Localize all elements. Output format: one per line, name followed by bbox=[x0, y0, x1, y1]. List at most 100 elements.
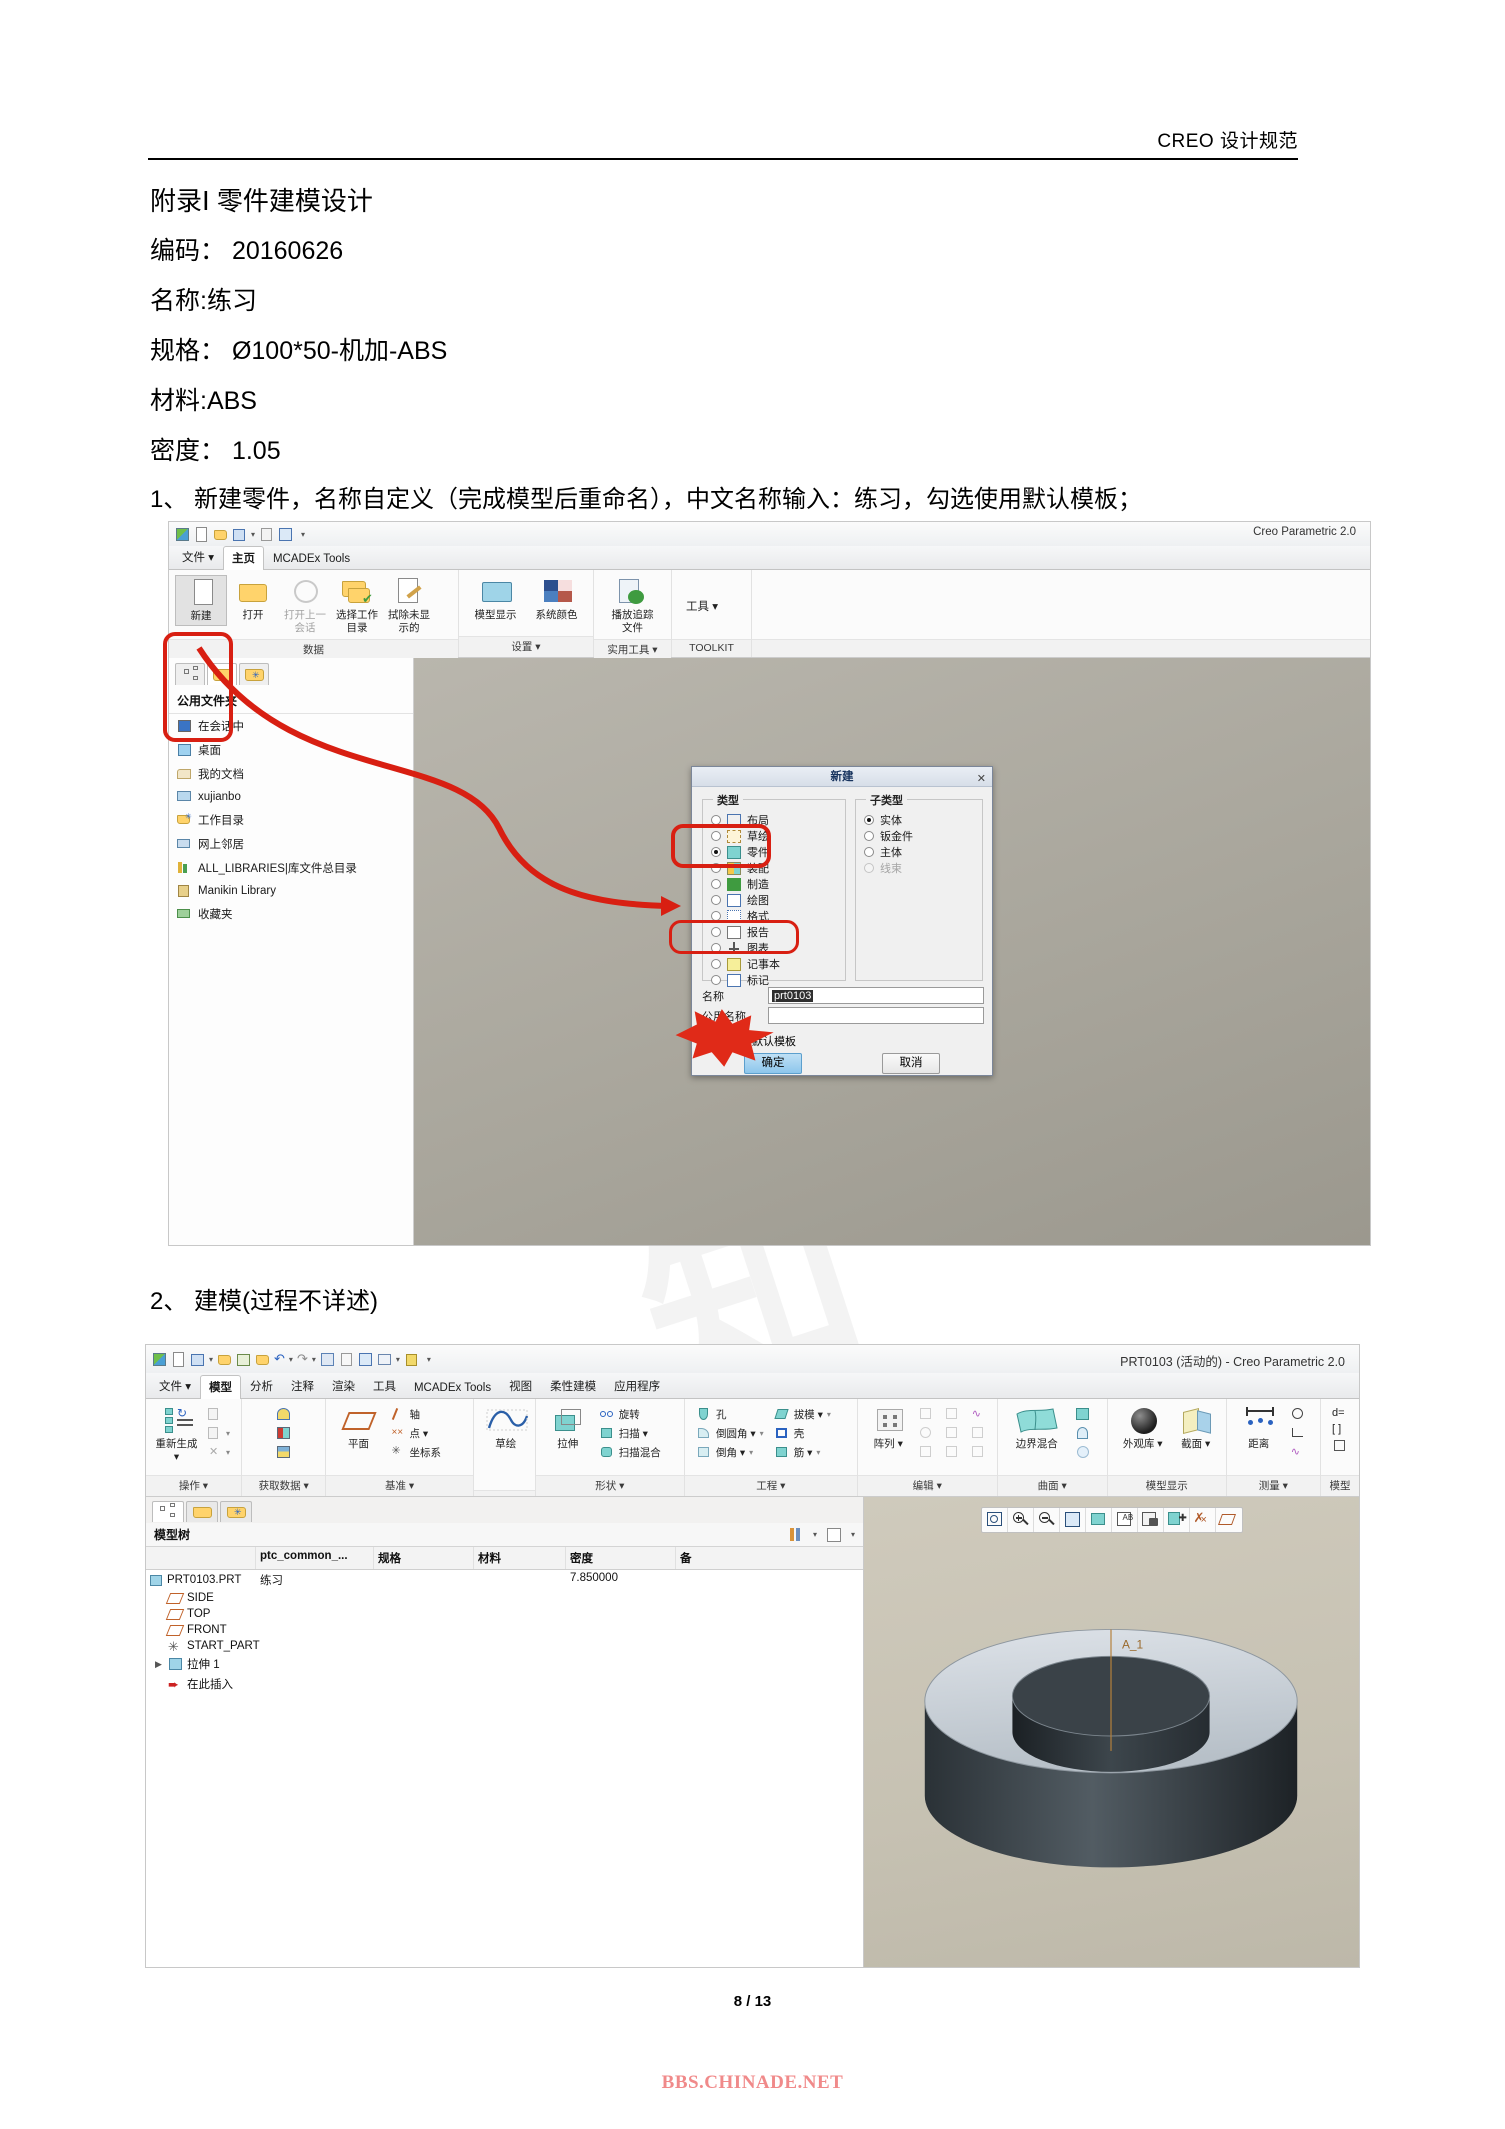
ribbon-tabbar-2[interactable]: 文件 ▾ 模型 分析 注释 渲染 工具 MCADEx Tools 视图 柔性建模… bbox=[146, 1373, 1359, 1399]
column-header-note[interactable]: 备 bbox=[676, 1547, 716, 1569]
new-button[interactable]: 新建 bbox=[175, 575, 227, 626]
nav-item-working-directory[interactable]: ✳ 工作目录 bbox=[169, 808, 413, 832]
model-tree-root-row[interactable]: PRT0103.PRT 练习 7.850000 bbox=[146, 1570, 863, 1590]
tab-mcadex-tools[interactable]: MCADEx Tools bbox=[264, 549, 359, 569]
regenerate-icon[interactable] bbox=[320, 1352, 335, 1367]
model-param-button[interactable]: d= bbox=[1329, 1406, 1351, 1420]
play-trail-file-button[interactable]: 播放追踪 文件 bbox=[600, 575, 665, 637]
shapes-small-buttons[interactable]: 旋转 扫描 ▾ 扫描混合 bbox=[594, 1404, 666, 1463]
redo-dropdown-icon[interactable]: ▾ bbox=[312, 1355, 316, 1364]
settings-dropdown-icon[interactable]: ▾ bbox=[813, 1530, 817, 1539]
extrude-button[interactable]: 拉伸 bbox=[542, 1404, 594, 1453]
datum-point-button[interactable]: ×× 点 ▾ bbox=[386, 1425, 444, 1442]
tab-tools[interactable]: 工具 bbox=[364, 1374, 405, 1398]
distance-button[interactable]: 距离 bbox=[1233, 1404, 1285, 1453]
tab-view[interactable]: 视图 bbox=[500, 1374, 541, 1398]
column-header-name[interactable] bbox=[146, 1547, 256, 1569]
qat-dropdown-2[interactable]: ▾ bbox=[209, 1355, 213, 1364]
subtype-option-solid[interactable]: 实体 bbox=[856, 812, 982, 828]
graphics-viewport[interactable]: 新建 ✕ 类型 布局 草绘 零件 装配 制造 绘图 格式 报告 图表 记事本 标… bbox=[196, 646, 1370, 1245]
subtype-radio-list[interactable]: 实体 钣金件 主体 线束 bbox=[856, 800, 982, 876]
tree-item-top[interactable]: TOP bbox=[164, 1606, 863, 1622]
boundary-blend-button[interactable]: 边界混合 bbox=[1004, 1404, 1070, 1453]
pattern-button[interactable]: 阵列 ▾ bbox=[864, 1404, 913, 1453]
column-header-material[interactable]: 材料 bbox=[474, 1547, 566, 1569]
tab-file[interactable]: 文件 ▾ bbox=[173, 545, 223, 569]
model-tree-tabbar[interactable]: ✳ bbox=[146, 1497, 863, 1523]
engineering-col-2[interactable]: 拔模 ▾ ▾ 壳 筋 ▾ ▾ bbox=[769, 1404, 836, 1463]
quick-access-toolbar-2[interactable]: ▾ ↶ ▾ ↷ ▾ ▾ ▾ PRT0103 (活动的) - Creo Param… bbox=[146, 1345, 1359, 1373]
qat-overflow-icon[interactable]: ▾ bbox=[427, 1355, 431, 1364]
copy-button[interactable] bbox=[203, 1406, 233, 1423]
type-option-markup[interactable]: 标记 bbox=[703, 972, 845, 988]
section-button[interactable]: 截面 ▾ bbox=[1172, 1404, 1220, 1453]
trim-button[interactable] bbox=[915, 1425, 937, 1442]
tab-file[interactable]: 文件 ▾ bbox=[150, 1374, 200, 1398]
shrinkwrap-button[interactable] bbox=[273, 1444, 295, 1461]
set-working-directory-button[interactable]: ✔ 选择工作 目录 bbox=[331, 575, 383, 637]
type-option-drawing[interactable]: 绘图 bbox=[703, 892, 845, 908]
column-header-ptc-common[interactable]: ptc_common_... bbox=[256, 1547, 374, 1569]
common-name-input[interactable] bbox=[768, 1007, 984, 1024]
tab-applications[interactable]: 应用程序 bbox=[605, 1374, 669, 1398]
open-file-icon[interactable] bbox=[217, 1352, 232, 1367]
tree-item-side[interactable]: SIDE bbox=[164, 1590, 863, 1606]
nav-item-all-libraries[interactable]: ALL_LIBRARIES|库文件总目录 bbox=[169, 856, 413, 880]
expand-arrow-icon[interactable]: ▶ bbox=[155, 1659, 164, 1670]
ribbon[interactable]: 新建 打开 打开上一 会话 ✔ 选择工作 目录 拭除未显 示的 数据 模型显示 … bbox=[169, 570, 1370, 660]
chamfer-button[interactable]: 倒角 ▾ ▾ bbox=[693, 1444, 767, 1461]
erase-icon[interactable] bbox=[339, 1352, 354, 1367]
get-data-buttons[interactable] bbox=[271, 1404, 297, 1463]
sweep-button[interactable]: 扫描 ▾ bbox=[596, 1425, 664, 1442]
radio-button[interactable] bbox=[711, 879, 721, 889]
nav-item-xujianbo[interactable]: xujianbo bbox=[169, 786, 413, 808]
diameter-button[interactable] bbox=[1287, 1406, 1309, 1423]
tab-model[interactable]: 模型 bbox=[199, 1375, 241, 1399]
surfaces-small-buttons[interactable] bbox=[1070, 1404, 1096, 1463]
import-button[interactable] bbox=[273, 1406, 295, 1423]
qat-dropdown-1[interactable]: ▾ bbox=[251, 530, 255, 539]
tab-render[interactable]: 渲染 bbox=[323, 1374, 364, 1398]
tab-mcadex-tools[interactable]: MCADEx Tools bbox=[405, 1378, 500, 1398]
mirror-button[interactable] bbox=[915, 1406, 937, 1423]
system-colors-button[interactable]: 系统颜色 bbox=[526, 575, 587, 624]
nav-item-my-documents[interactable]: 我的文档 bbox=[169, 762, 413, 786]
datum-small-buttons[interactable]: 轴 ×× 点 ▾ ✳ 坐标系 bbox=[384, 1404, 446, 1463]
radio-button[interactable] bbox=[864, 815, 874, 825]
qat-overflow-icon[interactable]: ▾ bbox=[301, 530, 305, 539]
operations-small-buttons[interactable]: ▾ ✕ ▾ bbox=[201, 1404, 235, 1463]
close-icon[interactable]: ✕ bbox=[977, 769, 986, 789]
measure-small-buttons[interactable]: ∿ bbox=[1285, 1404, 1311, 1463]
ribbon-2[interactable]: ↻ 重新生成 ▾ ▾ ✕ ▾ 操作 ▾ 获取数据 ▾ 平面 轴 ×× 点 ▾ ✳… bbox=[146, 1399, 1359, 1497]
editing-grid-3[interactable]: ∿ bbox=[965, 1404, 991, 1463]
favorites-tab[interactable]: ✳ bbox=[220, 1501, 252, 1522]
qat-dropdown-3[interactable]: ▾ bbox=[396, 1355, 400, 1364]
undo-dropdown-icon[interactable]: ▾ bbox=[289, 1355, 293, 1364]
swept-blend-button[interactable]: 扫描混合 bbox=[596, 1444, 664, 1461]
new-file-icon[interactable] bbox=[194, 526, 209, 542]
nav-item-manikin-library[interactable]: Manikin Library bbox=[169, 880, 413, 902]
undo-icon[interactable]: ↶ bbox=[274, 1352, 285, 1365]
erase-icon[interactable] bbox=[259, 527, 274, 542]
style-surface-button[interactable] bbox=[1072, 1425, 1094, 1442]
delete-button[interactable]: ✕ ▾ bbox=[203, 1444, 233, 1461]
freestyle-button[interactable] bbox=[1072, 1444, 1094, 1461]
intersect-button[interactable] bbox=[941, 1425, 963, 1442]
revolve-button[interactable]: 旋转 bbox=[596, 1406, 664, 1423]
paste-button[interactable]: ▾ bbox=[203, 1425, 233, 1442]
erase-not-displayed-button[interactable]: 拭除未显 示的 bbox=[383, 575, 435, 637]
tree-item-insert-here[interactable]: ➨ 在此插入 bbox=[164, 1674, 863, 1694]
lock-icon[interactable] bbox=[404, 1352, 419, 1367]
merge-button[interactable] bbox=[273, 1425, 295, 1442]
editing-grid-1[interactable] bbox=[913, 1404, 939, 1463]
radio-button[interactable] bbox=[711, 895, 721, 905]
nav-item-favorites[interactable]: 收藏夹 bbox=[169, 902, 413, 926]
open-last-session-button[interactable]: 打开上一 会话 bbox=[279, 575, 331, 637]
favorites-tab[interactable]: ✳ bbox=[239, 663, 269, 685]
extend-button[interactable] bbox=[915, 1444, 937, 1461]
tab-home[interactable]: 主页 bbox=[222, 546, 264, 570]
checkbox[interactable] bbox=[714, 1034, 725, 1047]
radio-button[interactable] bbox=[864, 847, 874, 857]
save-as-icon[interactable] bbox=[236, 1352, 251, 1367]
coordinate-system-button[interactable]: ✳ 坐标系 bbox=[386, 1444, 444, 1461]
